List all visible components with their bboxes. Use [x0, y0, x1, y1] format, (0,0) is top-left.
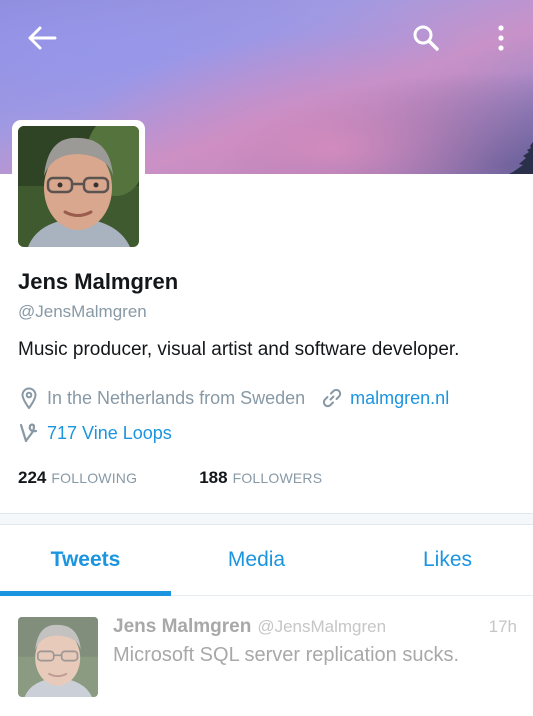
tab-likes[interactable]: Likes [342, 525, 533, 595]
vine-row: 717 Vine Loops [18, 421, 172, 445]
location-text: In the Netherlands from Sweden [47, 387, 306, 408]
profile-stats: 224 FOLLOWING 188 FOLLOWERS [18, 468, 322, 488]
arrow-left-icon [28, 26, 57, 50]
tweet-text: Microsoft SQL server replication sucks. [113, 644, 460, 666]
profile-avatar-frame[interactable] [12, 120, 145, 253]
profile-bio: Music producer, visual artist and softwa… [18, 339, 460, 360]
vine-icon [18, 421, 40, 445]
followers-count[interactable]: 188 [199, 468, 227, 488]
following-count[interactable]: 224 [18, 468, 46, 488]
link-icon [321, 386, 343, 410]
profile-name: Jens Malmgren [18, 269, 179, 294]
location-pin-icon [18, 386, 40, 410]
section-divider [0, 513, 533, 525]
tweet-timestamp: 17h [488, 617, 517, 636]
vine-loops-link[interactable]: 717 Vine Loops [47, 423, 172, 444]
tweet-avatar[interactable] [18, 617, 98, 697]
following-label[interactable]: FOLLOWING [51, 470, 137, 486]
more-options-button[interactable] [481, 18, 521, 58]
tweet-item[interactable]: Jens Malmgren @JensMalmgren 17h Microsof… [0, 597, 533, 716]
tweet-author-name: Jens Malmgren [113, 616, 252, 637]
tweet-author-handle: @JensMalmgren [257, 617, 387, 636]
website-link[interactable]: malmgren.nl [350, 388, 449, 409]
followers-label[interactable]: FOLLOWERS [233, 470, 323, 486]
profile-handle: @JensMalmgren [18, 302, 147, 321]
profile-meta-row: In the Netherlands from Sweden malmgren.… [18, 386, 449, 410]
back-button[interactable] [22, 18, 62, 58]
trees-silhouette [509, 142, 533, 174]
tweet-header: Jens Malmgren @JensMalmgren 17h [113, 616, 517, 638]
tab-tweets[interactable]: Tweets [0, 525, 171, 596]
search-button[interactable] [406, 18, 446, 58]
profile-tabs: Tweets Media Likes [0, 525, 533, 596]
tab-media[interactable]: Media [171, 525, 342, 595]
search-icon [413, 25, 439, 51]
avatar [18, 126, 139, 247]
more-vertical-icon [498, 25, 504, 51]
